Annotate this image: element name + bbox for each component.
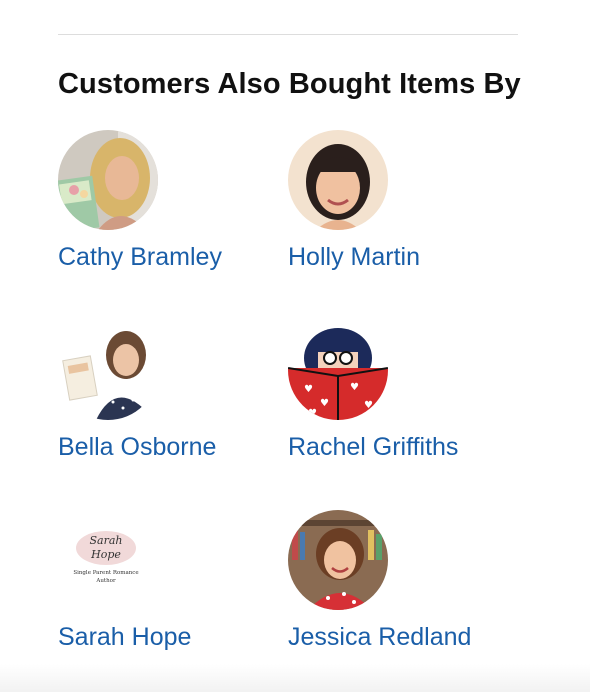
- svg-text:♥: ♥: [364, 400, 373, 411]
- author-avatar[interactable]: [58, 320, 158, 420]
- author-name-link[interactable]: Rachel Griffiths: [288, 430, 458, 464]
- author-photo-icon: [288, 510, 388, 610]
- author-name-link[interactable]: Bella Osborne: [58, 430, 216, 464]
- svg-text:♥: ♥: [350, 382, 359, 393]
- author-avatar[interactable]: ♥ ♥ ♥ ♥ ♥: [288, 320, 388, 420]
- section-title: Customers Also Bought Items By: [58, 68, 521, 100]
- svg-text:♥: ♥: [304, 384, 313, 395]
- logo-subtitle: Author: [95, 578, 116, 584]
- author-card-bella-osborne[interactable]: Bella Osborne: [58, 320, 278, 490]
- svg-text:♥: ♥: [320, 398, 329, 409]
- logo-tagline: Single Parent Romance: [73, 570, 138, 576]
- author-card-rachel-griffiths[interactable]: ♥ ♥ ♥ ♥ ♥ Rachel Griffiths: [288, 320, 508, 490]
- section-divider: [58, 34, 518, 35]
- author-card-holly-martin[interactable]: Holly Martin: [288, 130, 508, 300]
- author-photo-icon: [58, 130, 158, 230]
- author-name-link[interactable]: Sarah Hope: [58, 620, 191, 654]
- svg-text:♥: ♥: [308, 408, 317, 419]
- author-photo-icon: [288, 130, 388, 230]
- author-avatar[interactable]: [288, 510, 388, 610]
- author-logo-icon: Sarah Hope Single Parent Romance Author: [58, 510, 158, 610]
- author-avatar[interactable]: Sarah Hope Single Parent Romance Author: [58, 510, 158, 610]
- logo-text-first: Sarah: [90, 534, 123, 547]
- author-name-link[interactable]: Cathy Bramley: [58, 240, 222, 274]
- author-name-link[interactable]: Jessica Redland: [288, 620, 471, 654]
- bottom-fade: [0, 664, 590, 692]
- author-name-link[interactable]: Holly Martin: [288, 240, 420, 274]
- author-card-jessica-redland[interactable]: Jessica Redland: [288, 510, 508, 680]
- author-avatar[interactable]: [288, 130, 388, 230]
- reading-illustration-icon: ♥ ♥ ♥ ♥ ♥: [288, 320, 388, 420]
- customers-also-bought-section: Customers Also Bought Items By Cathy Bra…: [0, 0, 590, 692]
- author-avatar[interactable]: [58, 130, 158, 230]
- author-card-sarah-hope[interactable]: Sarah Hope Single Parent Romance Author …: [58, 510, 278, 680]
- author-photo-icon: [58, 320, 158, 420]
- author-card-cathy-bramley[interactable]: Cathy Bramley: [58, 130, 278, 300]
- logo-text-last: Hope: [90, 548, 121, 561]
